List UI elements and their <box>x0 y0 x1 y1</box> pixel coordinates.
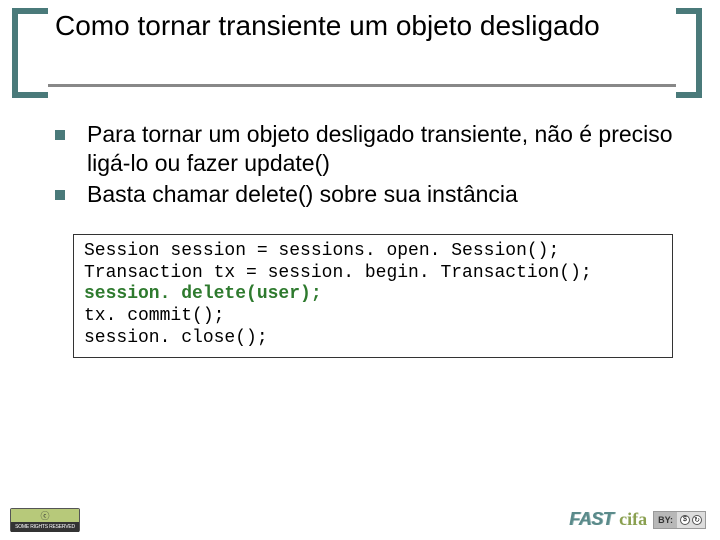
code-line: Transaction tx = session. begin. Transac… <box>84 263 662 285</box>
code-line-highlight: session. delete(user); <box>84 284 662 306</box>
noncommercial-icon: $ <box>680 515 690 525</box>
bullet-item: Basta chamar delete() sobre sua instânci… <box>55 180 680 209</box>
code-snippet: Session session = sessions. open. Sessio… <box>73 234 673 358</box>
attribution-badge: BY: $ ↻ <box>653 511 706 529</box>
cc-badge-top: ⓒ <box>11 509 79 522</box>
cifa-logo: cifa <box>619 509 647 530</box>
title-bracket-left <box>12 8 48 98</box>
title-underline <box>48 84 676 87</box>
slide-title: Como tornar transiente um objeto desliga… <box>55 10 680 42</box>
square-bullet-icon <box>55 130 65 140</box>
code-line: Session session = sessions. open. Sessio… <box>84 241 662 263</box>
slide-footer: ⓒ SOME RIGHTS RESERVED FAST cifa BY: $ ↻ <box>0 504 720 534</box>
bullet-text: Basta chamar delete() sobre sua instânci… <box>87 180 518 209</box>
bullet-item: Para tornar um objeto desligado transien… <box>55 120 680 178</box>
code-line: tx. commit(); <box>84 306 662 328</box>
title-container: Como tornar transiente um objeto desliga… <box>55 10 680 42</box>
by-label: BY: <box>654 512 677 528</box>
cc-badge-bottom: SOME RIGHTS RESERVED <box>11 522 79 532</box>
sharealike-icon: ↻ <box>692 515 702 525</box>
code-line: session. close(); <box>84 328 662 350</box>
creative-commons-badge: ⓒ SOME RIGHTS RESERVED <box>10 508 80 532</box>
footer-logos: FAST cifa BY: $ ↻ <box>569 509 706 530</box>
square-bullet-icon <box>55 190 65 200</box>
bullet-text: Para tornar um objeto desligado transien… <box>87 120 680 178</box>
fast-logo: FAST <box>569 509 613 530</box>
slide-body: Para tornar um objeto desligado transien… <box>55 120 680 358</box>
by-icons: $ ↻ <box>677 512 705 528</box>
